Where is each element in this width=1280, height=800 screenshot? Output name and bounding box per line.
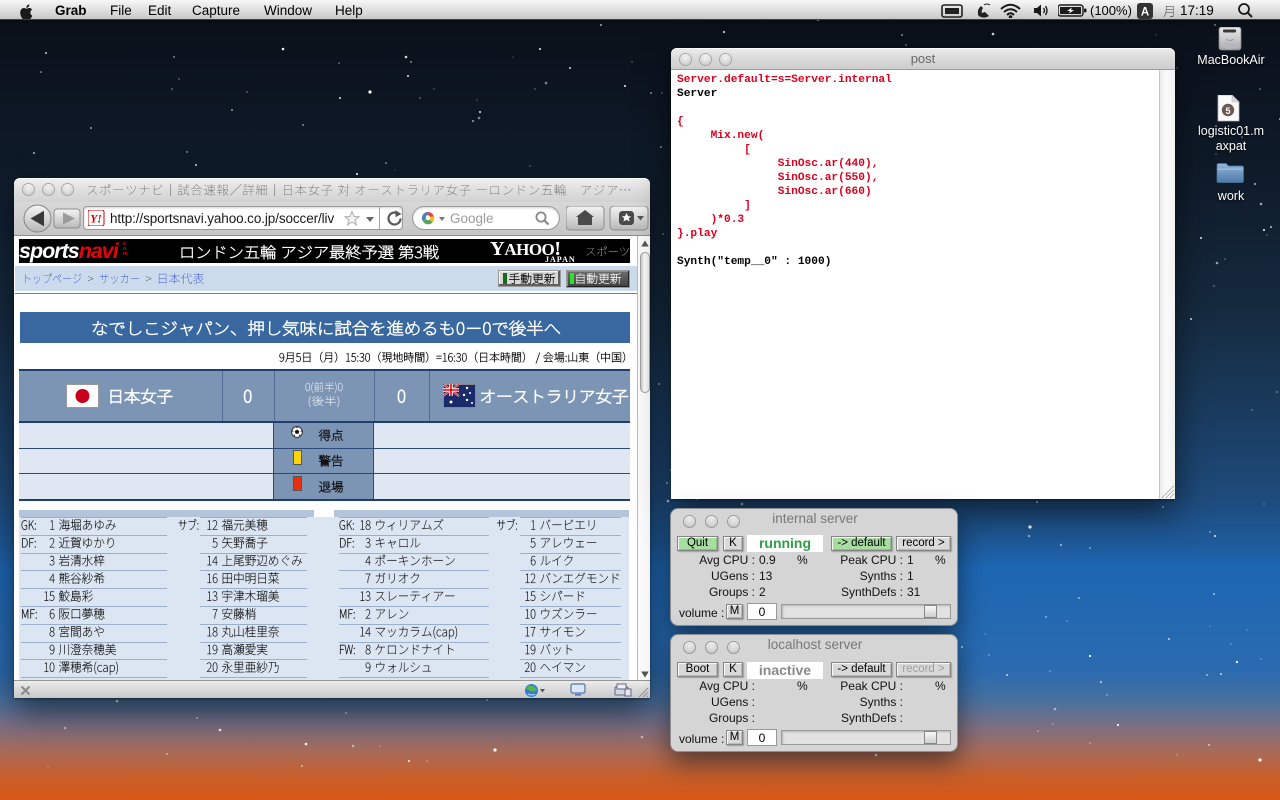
svg-text:Y!: Y! bbox=[90, 214, 102, 226]
svg-text:5: 5 bbox=[1225, 106, 1230, 116]
svg-text:A: A bbox=[1141, 6, 1149, 18]
